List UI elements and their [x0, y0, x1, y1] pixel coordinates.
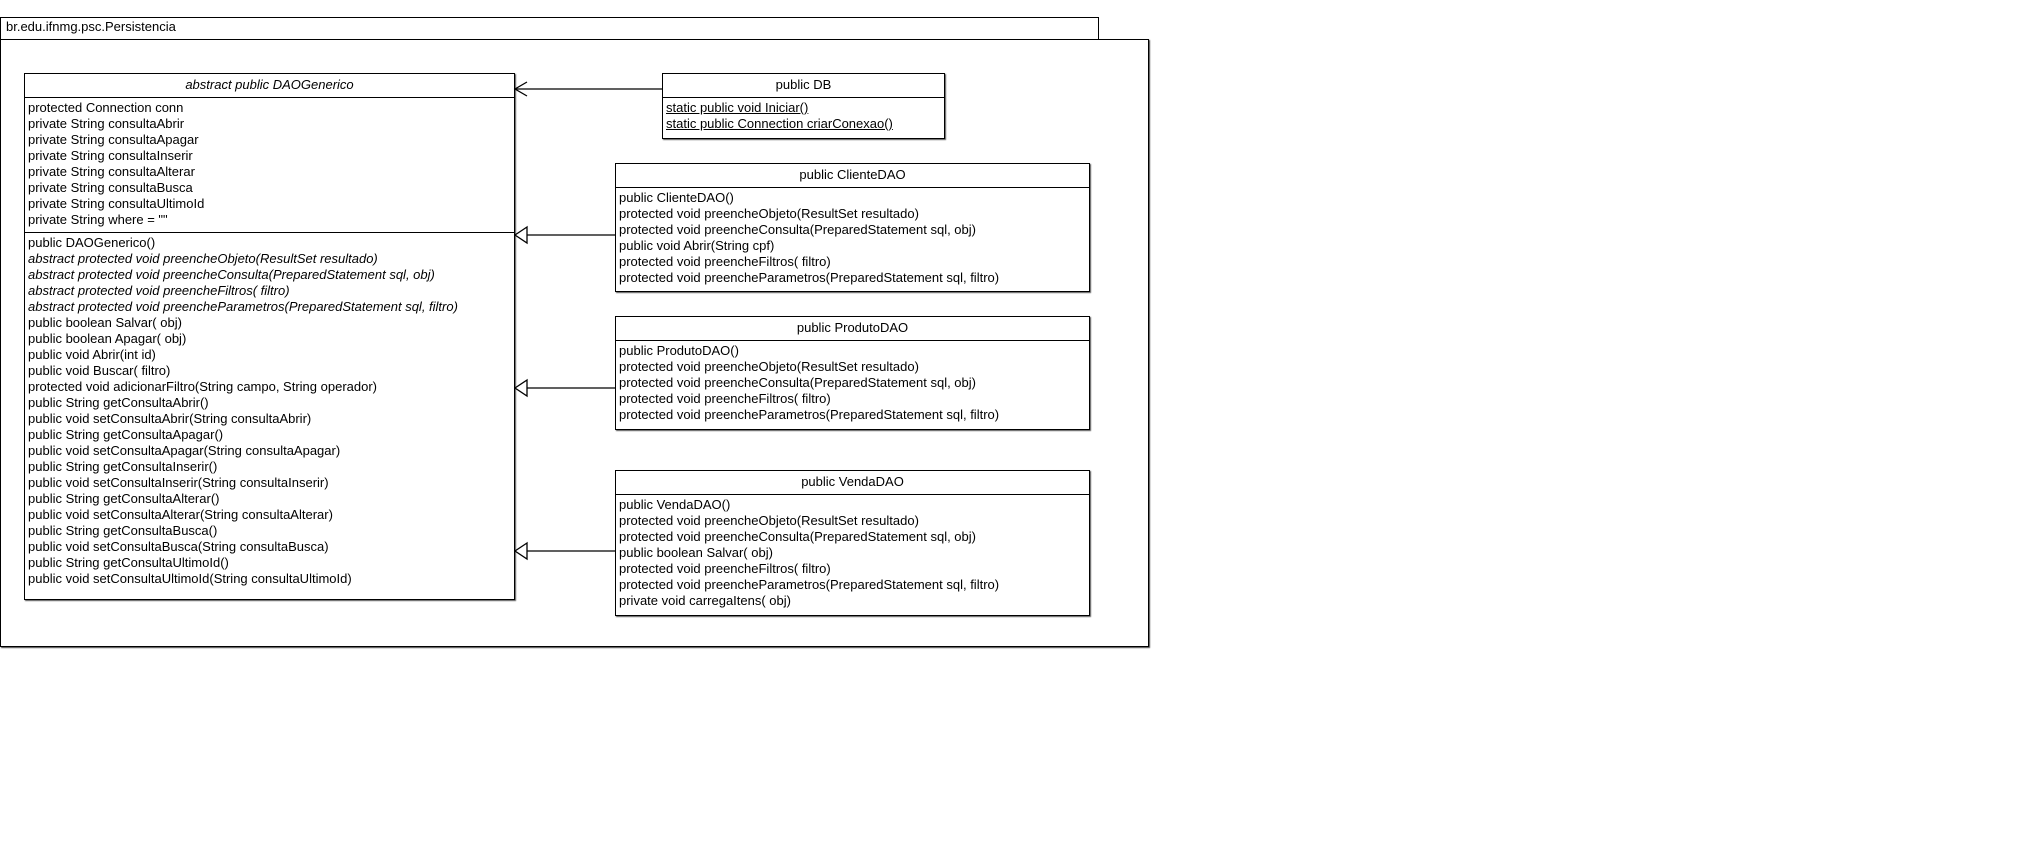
method-row[interactable]: public String getConsultaAbrir()	[28, 395, 511, 411]
method-row[interactable]: public boolean Salvar( obj)	[28, 315, 511, 331]
method-row[interactable]: public boolean Salvar( obj)	[619, 545, 1086, 561]
method-row[interactable]: abstract protected void preencheParametr…	[28, 299, 511, 315]
method-row[interactable]: public ClienteDAO()	[619, 190, 1086, 206]
class-methods: public ClienteDAO() protected void preenc…	[616, 188, 1089, 290]
class-methods: public ProdutoDAO() protected void preenc…	[616, 341, 1089, 427]
method-row[interactable]: private void carregaItens( obj)	[619, 593, 1086, 609]
method-row[interactable]: public DAOGenerico()	[28, 235, 511, 251]
method-row[interactable]: protected void preencheObjeto(ResultSet …	[619, 206, 1086, 222]
method-row[interactable]: public VendaDAO()	[619, 497, 1086, 513]
method-row[interactable]: public void Buscar( filtro)	[28, 363, 511, 379]
attribute-row[interactable]: private String consultaAlterar	[28, 164, 511, 180]
method-row[interactable]: public String getConsultaAlterar()	[28, 491, 511, 507]
method-row[interactable]: public ProdutoDAO()	[619, 343, 1086, 359]
class-vendadao[interactable]: public VendaDAO public VendaDAO() protecte…	[615, 470, 1090, 616]
method-row[interactable]: protected void preencheFiltros( filtro)	[619, 561, 1086, 577]
method-row[interactable]: protected void preencheParametros(Prepar…	[619, 577, 1086, 593]
method-row[interactable]: public String getConsultaBusca()	[28, 523, 511, 539]
method-row[interactable]: public String getConsultaUltimoId()	[28, 555, 511, 571]
method-row[interactable]: protected void adicionarFiltro(String ca…	[28, 379, 511, 395]
class-title: public DB	[663, 74, 944, 98]
method-row[interactable]: protected void preencheConsulta(Prepared…	[619, 222, 1086, 238]
method-row[interactable]: protected void preencheObjeto(ResultSet …	[619, 359, 1086, 375]
method-row[interactable]: public void setConsultaUltimoId(String c…	[28, 571, 511, 587]
class-daogenerico[interactable]: abstract public DAOGenerico protected Con…	[24, 73, 515, 600]
method-row[interactable]: abstract protected void preencheConsulta…	[28, 267, 511, 283]
method-row[interactable]: public void setConsultaAbrir(String cons…	[28, 411, 511, 427]
class-methods: static public void Iniciar() static publi…	[663, 98, 944, 136]
attribute-row[interactable]: private String consultaApagar	[28, 132, 511, 148]
method-row[interactable]: protected void preencheConsulta(Prepared…	[619, 529, 1086, 545]
class-methods: public DAOGenerico() abstract protected v…	[25, 232, 514, 591]
package-name: br.edu.ifnmg.psc.Persistencia	[6, 19, 176, 34]
method-row[interactable]: static public void Iniciar()	[666, 100, 941, 116]
package-tab[interactable]: br.edu.ifnmg.psc.Persistencia	[0, 17, 1099, 39]
method-row[interactable]: protected void preencheFiltros( filtro)	[619, 254, 1086, 270]
method-row[interactable]: protected void preencheConsulta(Prepared…	[619, 375, 1086, 391]
attribute-row[interactable]: private String consultaUltimoId	[28, 196, 511, 212]
method-row[interactable]: protected void preencheFiltros( filtro)	[619, 391, 1086, 407]
class-title: public VendaDAO	[616, 471, 1089, 495]
class-attributes: protected Connection conn private String …	[25, 98, 514, 232]
class-clientedao[interactable]: public ClienteDAO public ClienteDAO() prot…	[615, 163, 1090, 292]
class-title: public ClienteDAO	[616, 164, 1089, 188]
class-title: abstract public DAOGenerico	[25, 74, 514, 98]
class-methods: public VendaDAO() protected void preenche…	[616, 495, 1089, 613]
class-produtodao[interactable]: public ProdutoDAO public ProdutoDAO() prot…	[615, 316, 1090, 430]
method-row[interactable]: public String getConsultaInserir()	[28, 459, 511, 475]
method-row[interactable]: public boolean Apagar( obj)	[28, 331, 511, 347]
method-row[interactable]: abstract protected void preencheFiltros(…	[28, 283, 511, 299]
class-title: public ProdutoDAO	[616, 317, 1089, 341]
method-row[interactable]: protected void preencheObjeto(ResultSet …	[619, 513, 1086, 529]
class-db[interactable]: public DB static public void Iniciar() sta…	[662, 73, 945, 139]
method-row[interactable]: public String getConsultaApagar()	[28, 427, 511, 443]
method-row[interactable]: public void setConsultaBusca(String cons…	[28, 539, 511, 555]
method-row[interactable]: public void Abrir(String cpf)	[619, 238, 1086, 254]
attribute-row[interactable]: private String consultaAbrir	[28, 116, 511, 132]
attribute-row[interactable]: private String consultaInserir	[28, 148, 511, 164]
method-row[interactable]: public void Abrir(int id)	[28, 347, 511, 363]
attribute-row[interactable]: private String where = ""	[28, 212, 511, 228]
method-row[interactable]: public void setConsultaInserir(String co…	[28, 475, 511, 491]
method-row[interactable]: public void setConsultaApagar(String con…	[28, 443, 511, 459]
method-row[interactable]: public void setConsultaAlterar(String co…	[28, 507, 511, 523]
attribute-row[interactable]: protected Connection conn	[28, 100, 511, 116]
method-row[interactable]: protected void preencheParametros(Prepar…	[619, 407, 1086, 423]
attribute-row[interactable]: private String consultaBusca	[28, 180, 511, 196]
method-row[interactable]: protected void preencheParametros(Prepar…	[619, 270, 1086, 286]
method-row[interactable]: static public Connection criarConexao()	[666, 116, 941, 132]
method-row[interactable]: abstract protected void preencheObjeto(R…	[28, 251, 511, 267]
